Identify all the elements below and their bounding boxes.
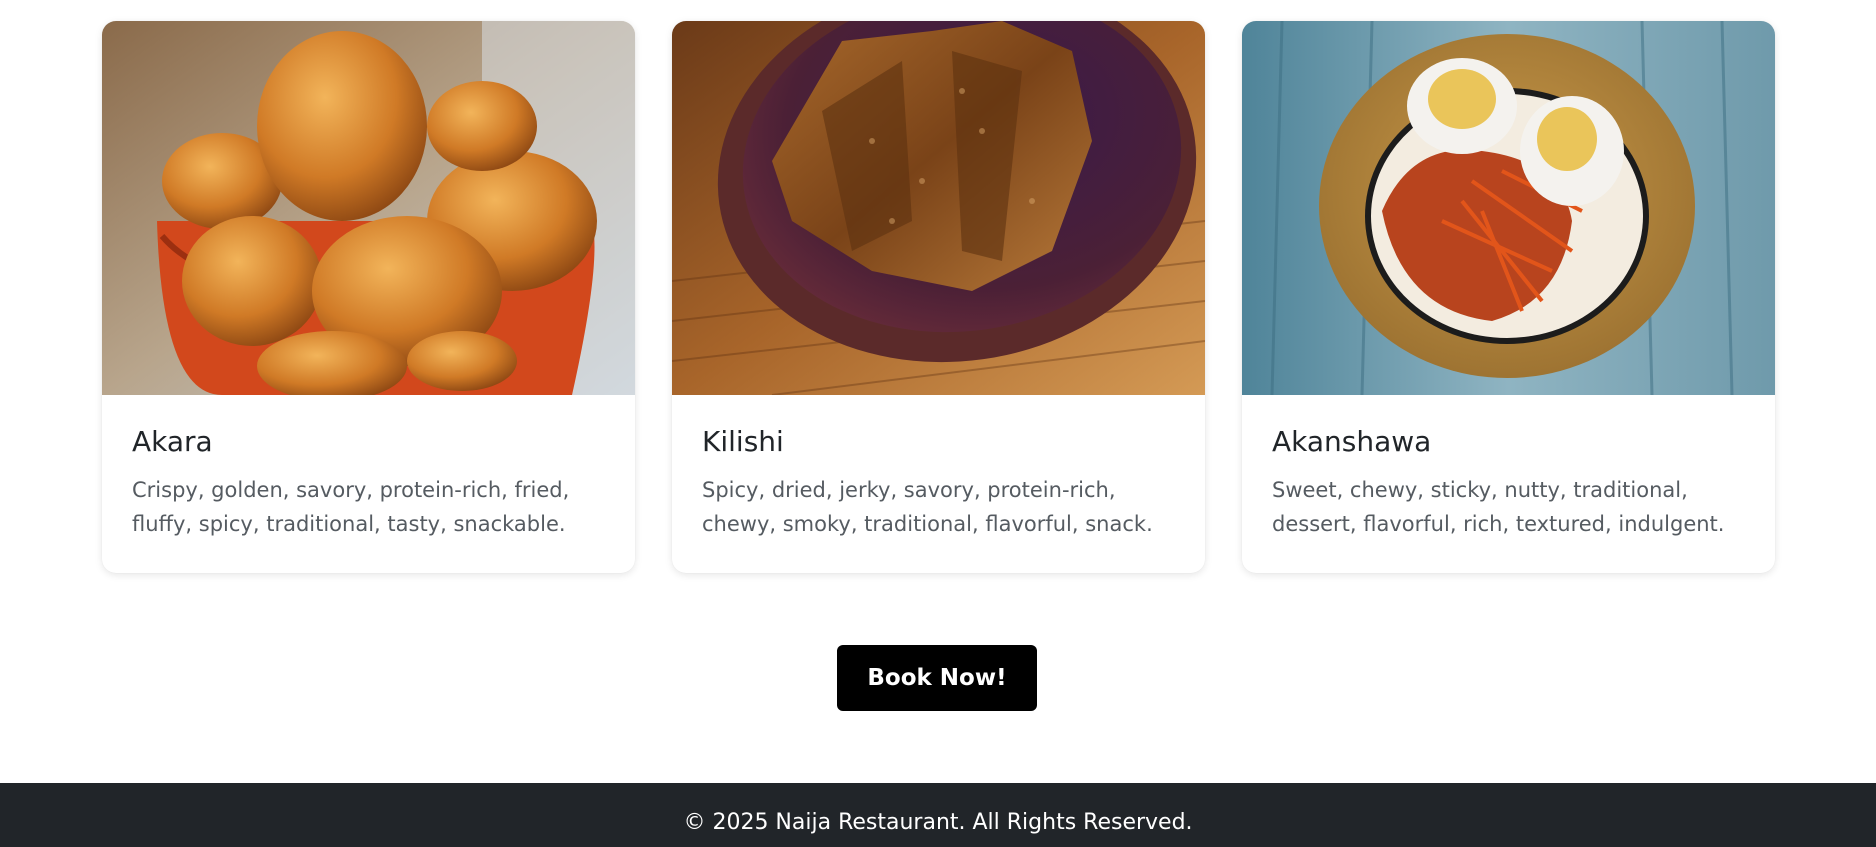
menu-item-description: Sweet, chewy, sticky, nutty, traditional… bbox=[1272, 477, 1725, 536]
menu-item-name: Kilishi bbox=[702, 425, 784, 458]
menu-cards: Akara Crispy, golden, savory, protein-ri… bbox=[102, 21, 1775, 573]
akara-image bbox=[102, 21, 635, 395]
footer-copyright: © 2025 Naija Restaurant. All Rights Rese… bbox=[683, 810, 1193, 835]
menu-item-name: Akara bbox=[132, 425, 213, 458]
menu-card-akanshawa: Akanshawa Sweet, chewy, sticky, nutty, t… bbox=[1242, 21, 1775, 573]
site-footer: © 2025 Naija Restaurant. All Rights Rese… bbox=[0, 783, 1876, 847]
menu-card-kilishi: Kilishi Spicy, dried, jerky, savory, pro… bbox=[672, 21, 1205, 573]
menu-item-name: Akanshawa bbox=[1272, 425, 1432, 458]
menu-item-description: Spicy, dried, jerky, savory, protein-ric… bbox=[702, 477, 1153, 536]
cta-section: Book Now! bbox=[0, 645, 1876, 711]
book-now-button[interactable]: Book Now! bbox=[837, 645, 1037, 711]
akanshawa-image bbox=[1242, 21, 1775, 395]
menu-item-description: Crispy, golden, savory, protein-rich, fr… bbox=[132, 477, 570, 536]
kilishi-image bbox=[672, 21, 1205, 395]
menu-card-akara: Akara Crispy, golden, savory, protein-ri… bbox=[102, 21, 635, 573]
